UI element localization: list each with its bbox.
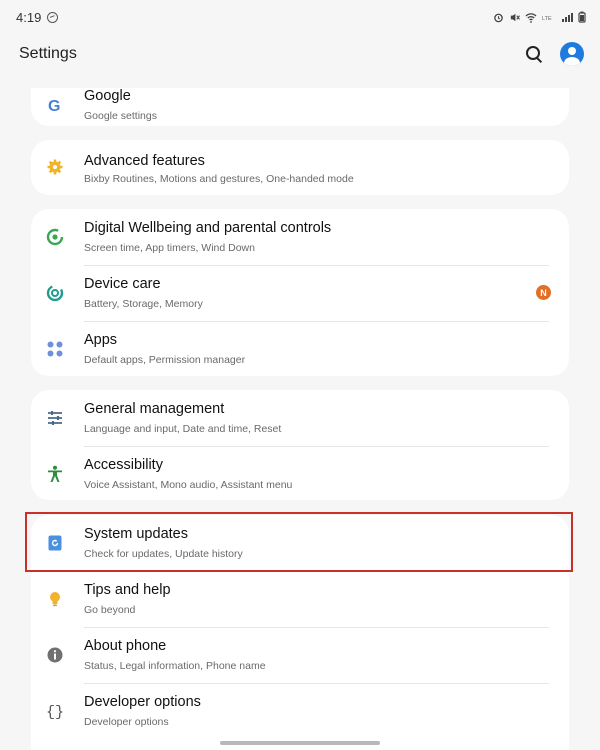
item-subtitle: Screen time, App timers, Wind Down [84, 242, 255, 254]
settings-item-about-phone[interactable]: About phone Status, Legal information, P… [31, 627, 569, 683]
item-subtitle: Google settings [84, 110, 157, 122]
battery-icon [578, 11, 586, 23]
settings-card-google: G Google Google settings [31, 88, 569, 126]
svg-text:{}: {} [46, 704, 64, 721]
status-bar: 4:19 LTE [0, 0, 600, 34]
alarm-icon [494, 13, 503, 22]
item-subtitle: Check for updates, Update history [84, 548, 243, 560]
wifi-icon [525, 12, 537, 23]
settings-card-advanced: Advanced features Bixby Routines, Motion… [31, 140, 569, 195]
item-title: Device care [84, 276, 161, 292]
item-title: Tips and help [84, 582, 171, 598]
item-title: Advanced features [84, 153, 205, 169]
item-title: Accessibility [84, 457, 163, 473]
gesture-handle[interactable] [220, 741, 380, 745]
item-title: About phone [84, 638, 167, 654]
settings-item-developer-options[interactable]: {} Developer options Developer options [31, 683, 569, 739]
accessibility-icon [45, 464, 65, 484]
item-subtitle: Go beyond [84, 604, 136, 616]
settings-item-general-management[interactable]: General management Language and input, D… [31, 390, 569, 446]
apps-grid-icon [45, 339, 65, 359]
settings-item-apps[interactable]: Apps Default apps, Permission manager [31, 321, 569, 377]
item-title: Apps [84, 332, 118, 348]
settings-item-device-care[interactable]: Device care Battery, Storage, Memory N [31, 265, 569, 321]
page-title: Settings [19, 45, 77, 62]
item-title: Developer options [84, 694, 201, 710]
settings-card-system: System updates Check for updates, Update… [31, 515, 569, 750]
lte-icon: LTE [542, 16, 552, 22]
item-title: Google [84, 88, 131, 104]
app-bar: Settings [0, 34, 600, 74]
account-avatar[interactable] [560, 42, 584, 66]
settings-item-tips-help[interactable]: Tips and help Go beyond [31, 571, 569, 627]
google-icon: G [45, 95, 65, 115]
item-subtitle: Language and input, Date and time, Reset [84, 423, 282, 435]
status-time: 4:19 [16, 9, 42, 25]
device-care-icon [45, 283, 65, 303]
notification-badge: N [536, 285, 551, 300]
item-subtitle: Voice Assistant, Mono audio, Assistant m… [84, 479, 293, 491]
search-button[interactable] [522, 42, 546, 66]
sliders-icon [45, 408, 65, 428]
gear-star-icon [45, 157, 65, 177]
item-title: System updates [84, 526, 188, 542]
settings-card-wellbeing: Digital Wellbeing and parental controls … [31, 209, 569, 376]
settings-card-general: General management Language and input, D… [31, 390, 569, 500]
item-title: General management [84, 401, 225, 417]
settings-item-google[interactable]: G Google Google settings [31, 77, 569, 133]
item-title: Digital Wellbeing and parental controls [84, 220, 332, 236]
settings-item-accessibility[interactable]: Accessibility Voice Assistant, Mono audi… [31, 446, 569, 502]
system-update-icon [45, 533, 65, 553]
settings-item-advanced-features[interactable]: Advanced features Bixby Routines, Motion… [31, 140, 569, 196]
info-icon [45, 645, 65, 665]
item-subtitle: Default apps, Permission manager [84, 354, 246, 366]
svg-text:LTE: LTE [542, 16, 552, 22]
item-subtitle: Status, Legal information, Phone name [84, 660, 266, 672]
signal-icon [562, 12, 573, 22]
settings-item-digital-wellbeing[interactable]: Digital Wellbeing and parental controls … [31, 209, 569, 265]
settings-item-system-updates[interactable]: System updates Check for updates, Update… [31, 515, 569, 571]
mute-icon [510, 13, 520, 21]
lightbulb-icon [45, 589, 65, 609]
svg-text:G: G [48, 98, 60, 114]
item-subtitle: Developer options [84, 716, 169, 728]
wellbeing-icon [45, 227, 65, 247]
messenger-icon [47, 11, 59, 23]
item-subtitle: Bixby Routines, Motions and gestures, On… [84, 173, 354, 185]
braces-icon: {} [45, 701, 65, 721]
item-subtitle: Battery, Storage, Memory [84, 298, 203, 310]
